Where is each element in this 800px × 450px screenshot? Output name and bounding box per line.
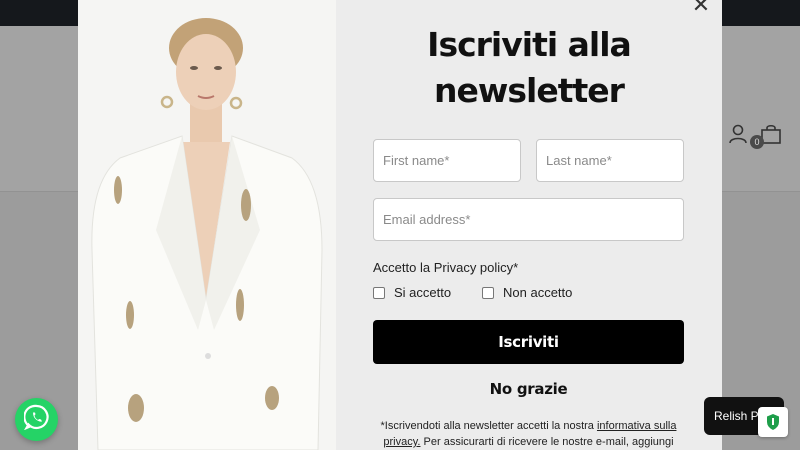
title-line-1: Iscriviti alla [427,25,632,64]
subscribe-button[interactable]: Iscriviti [373,320,684,364]
cart-count-badge: 0 [750,135,764,149]
no-thanks-button[interactable]: No grazie [373,380,684,398]
disclaimer-text: *Iscrivendoti alla newsletter accetti la… [380,420,597,432]
cookie-shield-icon[interactable] [758,407,788,437]
whatsapp-icon [22,404,50,435]
user-icon[interactable] [728,124,748,144]
close-icon[interactable]: ✕ [690,0,712,16]
title-line-2: newsletter [434,71,625,110]
privacy-label: Accetto la Privacy policy* [373,260,519,275]
privacy-accept-checkbox[interactable]: Si accetto [373,285,451,300]
privacy-decline-checkbox[interactable]: Non accetto [482,285,572,300]
email-field[interactable] [373,198,684,241]
checkbox-box[interactable] [373,286,385,299]
checkbox-box[interactable] [482,286,494,299]
privacy-accept-label: Si accetto [394,285,452,300]
newsletter-form: ✕ Iscriviti alla newsletter Accetto la P… [336,0,722,450]
last-name-field[interactable] [536,139,684,182]
model-photo [78,0,336,450]
privacy-decline-label: Non accetto [503,285,573,300]
disclaimer-text-2: Per assicurarti di ricevere le nostre e-… [420,436,674,448]
privacy-disclaimer: *Iscrivendoti alla newsletter accetti la… [373,418,684,450]
first-name-field[interactable] [373,139,521,182]
modal-title: Iscriviti alla newsletter [336,22,722,114]
whatsapp-chat-button[interactable] [15,398,58,441]
newsletter-modal: ✕ Iscriviti alla newsletter Accetto la P… [78,0,722,450]
